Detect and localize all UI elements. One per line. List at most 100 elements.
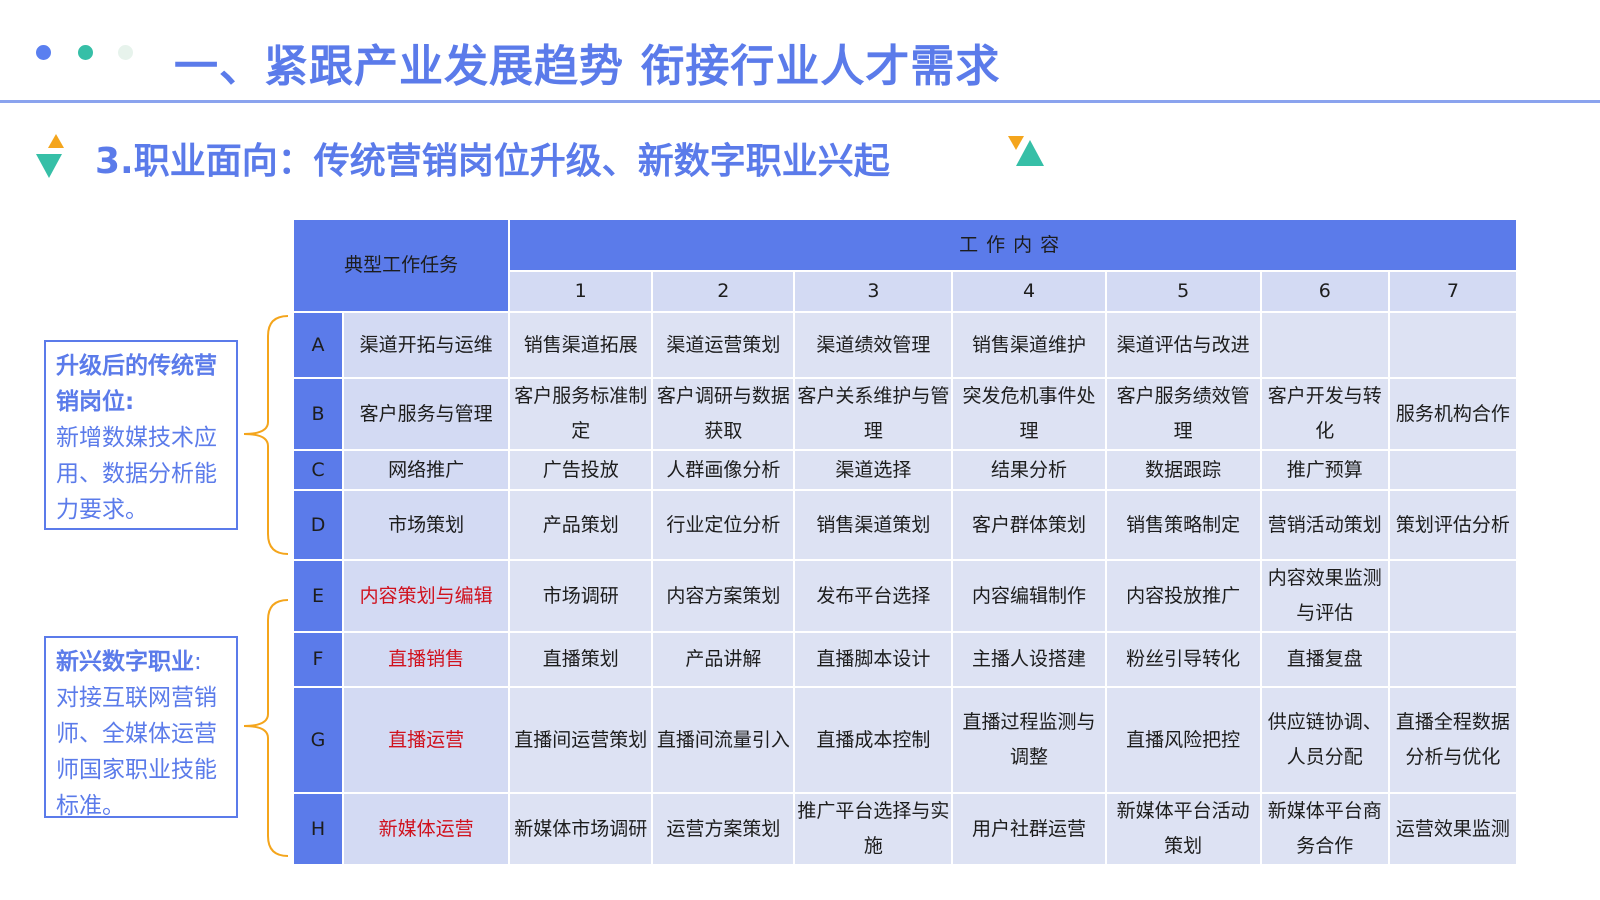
table-cell: 渠道运营策划	[651, 311, 796, 379]
table-cell: 产品讲解	[651, 631, 796, 688]
row-task-name: 直播销售	[342, 631, 511, 688]
table-cell: 推广平台选择与实施	[793, 792, 954, 866]
table-cell: 供应链协调、人员分配	[1259, 686, 1390, 794]
upgraded-roles-heading: 升级后的传统营销岗位:	[56, 353, 217, 415]
task-column-header: 典型工作任务	[291, 218, 511, 313]
table-cell: 渠道绩效管理	[793, 311, 954, 379]
table-cell: 直播风险把控	[1104, 686, 1262, 794]
table-cell: 新媒体平台活动策划	[1104, 792, 1262, 866]
row-task-name: 渠道开拓与运维	[342, 311, 511, 379]
table-cell: 内容投放推广	[1104, 559, 1262, 633]
work-tasks-table: 典型工作任务 工作内容 1 2 3 4 5 6 7 A 渠道开拓与运维 销售渠道…	[291, 218, 1519, 866]
upgraded-roles-box: 升级后的传统营销岗位: 新增数媒技术应用、数据分析能力要求。	[44, 340, 238, 530]
table-cell: 直播复盘	[1259, 631, 1390, 688]
table-cell: 直播策划	[508, 631, 654, 688]
column-number: 2	[651, 270, 796, 313]
table-cell	[1387, 631, 1519, 688]
column-number: 5	[1104, 270, 1262, 313]
table-cell: 客户调研与数据获取	[651, 377, 796, 451]
teal-dot-icon	[78, 45, 93, 60]
table-cell: 直播成本控制	[793, 686, 954, 794]
header-divider	[0, 100, 1600, 103]
table-row: H 新媒体运营 新媒体市场调研 运营方案策划 推广平台选择与实施 用户社群运营 …	[291, 792, 1519, 866]
table-row: F 直播销售 直播策划 产品讲解 直播脚本设计 主播人设搭建 粉丝引导转化 直播…	[291, 631, 1519, 688]
row-letter: B	[291, 377, 345, 451]
table-row: D 市场策划 产品策划 行业定位分析 销售渠道策划 客户群体策划 销售策略制定 …	[291, 489, 1519, 561]
table-cell: 客户群体策划	[951, 489, 1107, 561]
table-cell: 策划评估分析	[1387, 489, 1519, 561]
table-cell	[1387, 559, 1519, 633]
triangle-decoration-icon	[1008, 136, 1044, 166]
column-number: 3	[793, 270, 954, 313]
pale-dot-icon	[118, 45, 133, 60]
table-cell: 渠道选择	[793, 449, 954, 491]
brace-emerging-icon	[243, 599, 289, 857]
row-letter: D	[291, 489, 345, 561]
table-cell: 结果分析	[951, 449, 1107, 491]
table-cell: 新媒体平台商务合作	[1259, 792, 1390, 866]
table-row: E 内容策划与编辑 市场调研 内容方案策划 发布平台选择 内容编辑制作 内容投放…	[291, 559, 1519, 633]
table-cell: 营销活动策划	[1259, 489, 1390, 561]
row-task-name: 市场策划	[342, 489, 511, 561]
table-cell: 客户关系维护与管理	[793, 377, 954, 451]
section-subtitle: 3.职业面向：传统营销岗位升级、新数字职业兴起	[95, 141, 890, 182]
row-task-name: 内容策划与编辑	[342, 559, 511, 633]
table-cell: 数据跟踪	[1104, 449, 1262, 491]
table-cell: 销售策略制定	[1104, 489, 1262, 561]
row-task-name: 网络推广	[342, 449, 511, 491]
row-letter: F	[291, 631, 345, 688]
table-row: G 直播运营 直播间运营策划 直播间流量引入 直播成本控制 直播过程监测与调整 …	[291, 686, 1519, 794]
table-cell: 突发危机事件处理	[951, 377, 1107, 451]
table-cell: 客户开发与转化	[1259, 377, 1390, 451]
table-cell: 人群画像分析	[651, 449, 796, 491]
table-cell: 市场调研	[508, 559, 654, 633]
content-column-header: 工作内容	[508, 218, 1518, 272]
row-letter: A	[291, 311, 345, 379]
table-cell: 客户服务绩效管理	[1104, 377, 1262, 451]
table-cell: 内容编辑制作	[951, 559, 1107, 633]
triangle-decoration-icon	[36, 134, 64, 178]
table-cell: 内容效果监测与评估	[1259, 559, 1390, 633]
column-number: 1	[508, 270, 654, 313]
table-cell: 主播人设搭建	[951, 631, 1107, 688]
table-cell: 内容方案策划	[651, 559, 796, 633]
brace-upgraded-icon	[243, 315, 289, 555]
table-cell	[1387, 449, 1519, 491]
emerging-roles-box: 新兴数字职业: 对接互联网营销师、全媒体运营师国家职业技能标准。	[44, 636, 238, 819]
emerging-roles-heading: 新兴数字职业	[56, 649, 194, 675]
row-letter: G	[291, 686, 345, 794]
table-cell: 直播间流量引入	[651, 686, 796, 794]
table-cell	[1259, 311, 1390, 379]
table-cell: 运营方案策划	[651, 792, 796, 866]
column-number: 4	[951, 270, 1107, 313]
row-task-name: 客户服务与管理	[342, 377, 511, 451]
table-cell: 服务机构合作	[1387, 377, 1519, 451]
table-cell: 销售渠道策划	[793, 489, 954, 561]
upgraded-roles-body: 新增数媒技术应用、数据分析能力要求。	[56, 425, 217, 523]
table-row: B 客户服务与管理 客户服务标准制定 客户调研与数据获取 客户关系维护与管理 突…	[291, 377, 1519, 451]
table-cell	[1387, 311, 1519, 379]
table-cell: 推广预算	[1259, 449, 1390, 491]
table-cell: 销售渠道拓展	[508, 311, 654, 379]
table-cell: 发布平台选择	[793, 559, 954, 633]
table-cell: 行业定位分析	[651, 489, 796, 561]
row-letter: H	[291, 792, 345, 866]
page-title: 一、紧跟产业发展趋势 衔接行业人才需求	[174, 41, 1001, 92]
table-cell: 直播间运营策划	[508, 686, 654, 794]
table-cell: 运营效果监测	[1387, 792, 1519, 866]
table-cell: 粉丝引导转化	[1104, 631, 1262, 688]
row-letter: E	[291, 559, 345, 633]
table-cell: 用户社群运营	[951, 792, 1107, 866]
table-row: C 网络推广 广告投放 人群画像分析 渠道选择 结果分析 数据跟踪 推广预算	[291, 449, 1519, 491]
column-number: 6	[1259, 270, 1390, 313]
table-cell: 客户服务标准制定	[508, 377, 654, 451]
row-task-name: 直播运营	[342, 686, 511, 794]
emerging-roles-body: 对接互联网营销师、全媒体运营师国家职业技能标准。	[56, 685, 217, 819]
emerging-roles-colon: :	[194, 649, 202, 675]
table-cell: 销售渠道维护	[951, 311, 1107, 379]
blue-dot-icon	[36, 45, 51, 60]
column-number: 7	[1387, 270, 1519, 313]
table-cell: 直播过程监测与调整	[951, 686, 1107, 794]
row-task-name: 新媒体运营	[342, 792, 511, 866]
table-cell: 直播脚本设计	[793, 631, 954, 688]
